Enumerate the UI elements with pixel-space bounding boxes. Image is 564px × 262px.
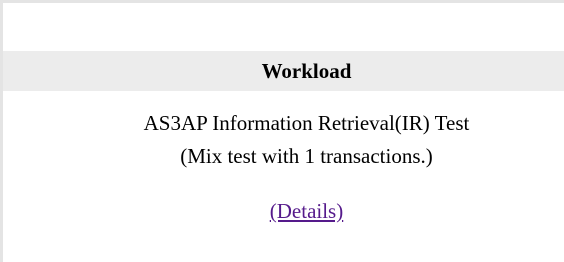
test-name: AS3AP Information Retrieval(IR) Test: [143, 111, 470, 135]
workload-description: AS3AP Information Retrieval(IR) Test (Mi…: [3, 107, 564, 224]
test-mix: (Mix test with 1 transactions.): [180, 144, 433, 168]
details-link-container: (Details): [49, 199, 564, 224]
workload-heading: Workload: [261, 58, 352, 83]
details-link[interactable]: (Details): [270, 199, 343, 223]
workload-panel: Workload AS3AP Information Retrieval(IR)…: [3, 3, 564, 262]
workload-header-row: Workload: [3, 51, 564, 91]
